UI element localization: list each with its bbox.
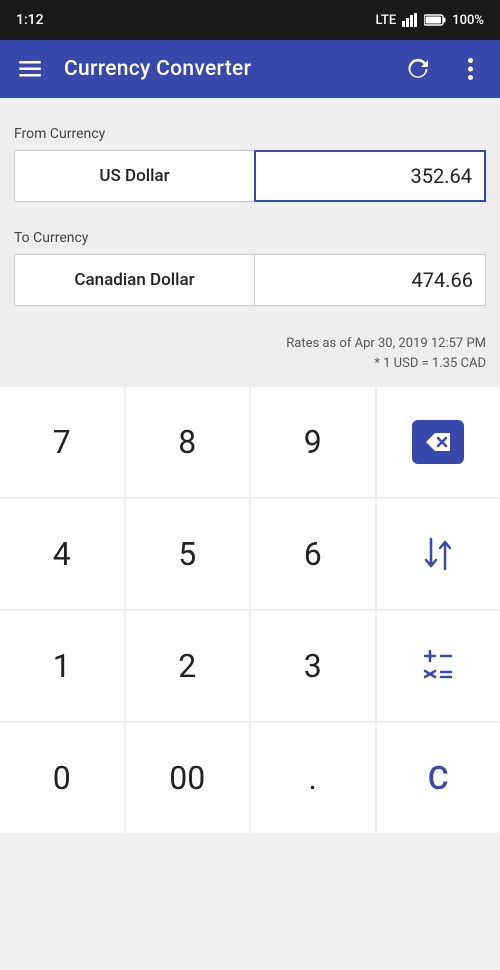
signal-icon <box>402 13 418 27</box>
hamburger-icon <box>19 61 41 77</box>
rates-info: Rates as of Apr 30, 2019 12:57 PM * 1 US… <box>14 334 486 387</box>
to-currency-section: To Currency Canadian Dollar 474.66 <box>14 230 486 306</box>
backspace-icon-bg <box>412 420 464 464</box>
from-currency-section: From Currency US Dollar 352.64 <box>14 126 486 202</box>
menu-button[interactable] <box>12 51 48 87</box>
key-6[interactable]: 6 <box>251 499 375 609</box>
to-currency-name[interactable]: Canadian Dollar <box>14 254 254 306</box>
app-bar: Currency Converter <box>0 40 500 98</box>
refresh-icon <box>407 58 429 80</box>
key-0[interactable]: 0 <box>0 723 124 833</box>
from-currency-name[interactable]: US Dollar <box>14 150 254 202</box>
backspace-button[interactable] <box>377 387 500 497</box>
refresh-button[interactable] <box>400 51 436 87</box>
key-3[interactable]: 3 <box>251 611 375 721</box>
from-currency-label: From Currency <box>14 126 486 142</box>
swap-button[interactable] <box>377 499 500 609</box>
from-currency-value[interactable]: 352.64 <box>254 150 486 202</box>
network-label: LTE <box>376 13 397 28</box>
app-title: Currency Converter <box>64 57 384 81</box>
status-bar: 1:12 LTE 100% <box>0 0 500 40</box>
key-7[interactable]: 7 <box>0 387 124 497</box>
more-icon <box>468 58 473 80</box>
swap-icon <box>423 536 453 572</box>
key-5[interactable]: 5 <box>126 499 250 609</box>
key-8[interactable]: 8 <box>126 387 250 497</box>
ops-icon <box>421 650 455 682</box>
status-time: 1:12 <box>16 12 44 28</box>
rates-line1: Rates as of Apr 30, 2019 12:57 PM <box>14 334 486 354</box>
backspace-icon <box>424 432 452 452</box>
clear-button[interactable]: C <box>377 723 500 833</box>
ops-button[interactable] <box>377 611 500 721</box>
from-currency-row: US Dollar 352.64 <box>14 150 486 202</box>
content: From Currency US Dollar 352.64 To Curren… <box>0 98 500 387</box>
key-00[interactable]: 00 <box>126 723 250 833</box>
battery-label: 100% <box>452 13 484 28</box>
key-2[interactable]: 2 <box>126 611 250 721</box>
key-4[interactable]: 4 <box>0 499 124 609</box>
keypad: 7 8 9 4 5 6 1 2 3 <box>0 387 500 833</box>
to-currency-label: To Currency <box>14 230 486 246</box>
key-1[interactable]: 1 <box>0 611 124 721</box>
battery-icon <box>424 14 446 26</box>
key-dot[interactable]: . <box>251 723 375 833</box>
status-right: LTE 100% <box>376 13 484 28</box>
key-9[interactable]: 9 <box>251 387 375 497</box>
more-button[interactable] <box>452 51 488 87</box>
rates-line2: * 1 USD = 1.35 CAD <box>14 354 486 374</box>
to-currency-row: Canadian Dollar 474.66 <box>14 254 486 306</box>
to-currency-value: 474.66 <box>254 254 486 306</box>
